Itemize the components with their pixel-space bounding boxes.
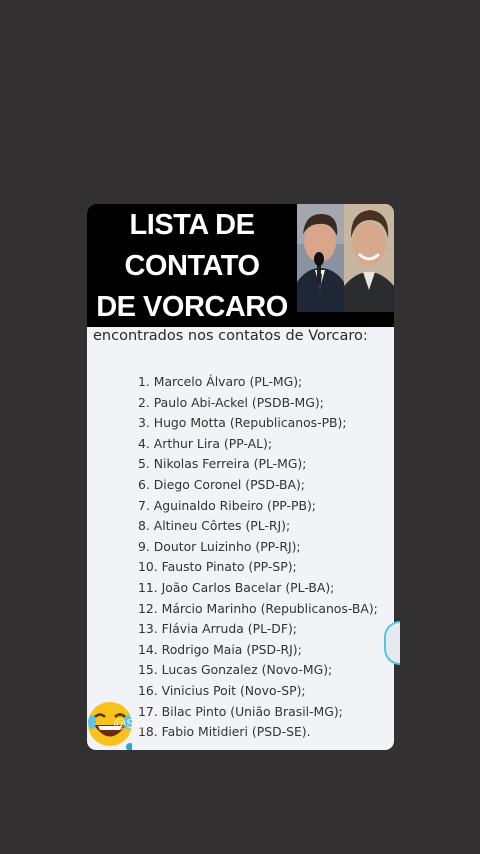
list-item: 18. Fabio Mitidieri (PSD-SE). <box>138 724 311 740</box>
list-item: 12. Márcio Marinho (Republicanos-BA); <box>138 600 378 616</box>
list-item: 9. Doutor Luizinho (PP-RJ); <box>138 538 301 554</box>
list-item: 15. Lucas Gonzalez (Novo-MG); <box>138 662 333 678</box>
list-item: 8. Altineu Côrtes (PL-RJ); <box>138 518 291 534</box>
list-item: 6. Diego Coronel (PSD-BA); <box>138 476 305 492</box>
post-card: LISTA DE CONTATO DE VORCARO encontrados … <box>87 204 394 750</box>
list-item: 17. Bilac Pinto (União Brasil-MG); <box>138 703 343 719</box>
contact-list: 1. Marcelo Álvaro (PL-MG); 2. Paulo Abi-… <box>138 372 378 743</box>
list-item: 3. Hugo Motta (Republicanos-PB); <box>138 415 347 431</box>
banner-title-line2: CONTATO <box>124 250 260 282</box>
list-item: 4. Arthur Lira (PP-AL); <box>138 435 272 451</box>
floating-bubble-handle[interactable] <box>384 621 400 665</box>
list-item: 2. Paulo Abi-Ackel (PSDB-MG); <box>138 394 324 410</box>
list-item: 13. Flávia Arruda (PL-DF); <box>138 621 297 637</box>
list-item: 11. João Carlos Bacelar (PL-BA); <box>138 579 335 595</box>
list-item: 7. Aguinaldo Ribeiro (PP-PB); <box>138 497 316 513</box>
banner-title-line3: DE VORCARO <box>96 291 288 323</box>
list-item: 16. Vinicius Poit (Novo-SP); <box>138 682 306 698</box>
banner: LISTA DE CONTATO DE VORCARO <box>87 204 394 327</box>
banner-title-line1: LISTA DE <box>129 209 255 241</box>
list-item: 1. Marcelo Álvaro (PL-MG); <box>138 374 303 389</box>
politician-photo-left <box>297 204 344 312</box>
list-item: 10. Fausto Pinato (PP-SP); <box>138 559 297 575</box>
intro-text: encontrados nos contatos de Vorcaro: <box>93 328 368 344</box>
list-item: 14. Rodrigo Maia (PSD-RJ); <box>138 641 302 657</box>
businessman-photo-right <box>344 204 394 312</box>
list-item: 5. Nikolas Ferreira (PL-MG); <box>138 456 307 472</box>
watermark: @SG <box>113 716 145 731</box>
